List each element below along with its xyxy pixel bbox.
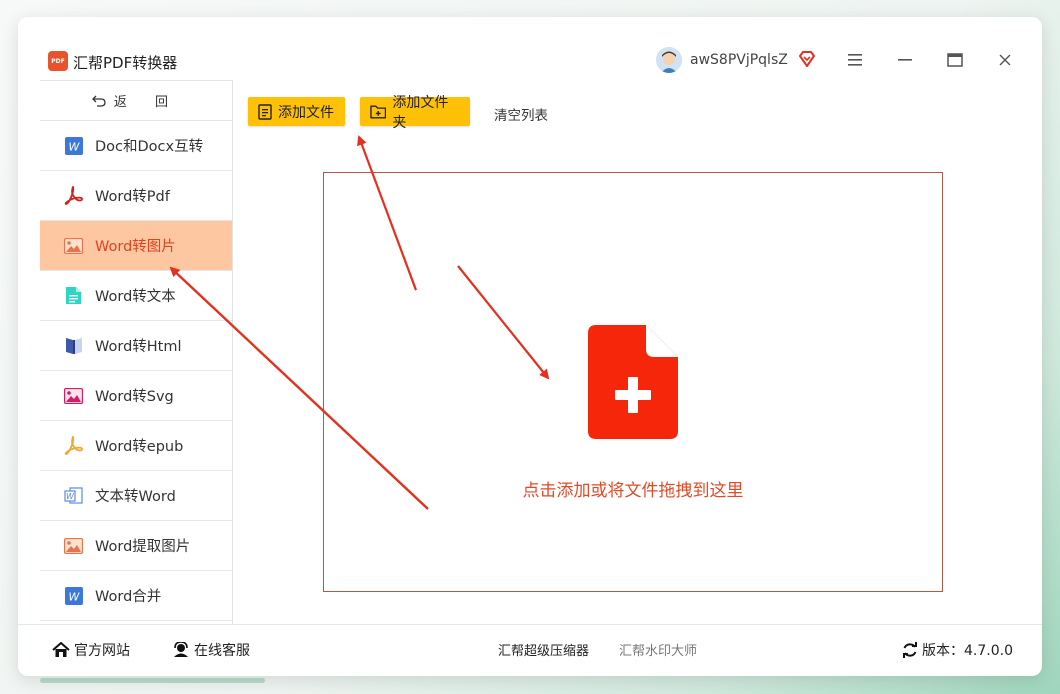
word-doc-icon: W <box>64 136 83 155</box>
add-folder-button[interactable]: 添加文件夹 <box>360 95 470 131</box>
sidebar-item-word-svg[interactable]: Word转Svg <box>40 371 232 421</box>
vip-diamond-icon[interactable] <box>798 50 816 68</box>
back-button[interactable]: 返 回 <box>40 81 232 121</box>
sidebar-item-label: Word合并 <box>95 589 162 605</box>
svg-text:W: W <box>68 590 80 603</box>
customer-service-icon <box>174 642 188 657</box>
svg-text:W: W <box>66 492 75 501</box>
file-drop-zone[interactable]: 点击添加或将文件拖拽到这里 <box>323 172 943 592</box>
sidebar-item-label: Word转epub <box>95 439 184 455</box>
official-website-link[interactable]: 官方网站 <box>52 640 130 660</box>
close-icon[interactable] <box>995 50 1015 70</box>
sidebar-item-label: Word转文本 <box>95 289 176 305</box>
sidebar-item-word-html[interactable]: Word转Html <box>40 321 232 371</box>
app-title: 汇帮PDF转换器 <box>73 54 178 72</box>
version-label: 版本：4.7.0.0 <box>922 643 1013 659</box>
add-file-label: 添加文件 <box>278 104 334 121</box>
sidebar-item-label: Word转Pdf <box>95 189 170 205</box>
taskbar-strip <box>40 678 265 683</box>
app-window: PDF 汇帮PDF转换器 awS8PVjPqlsZ 返 回 W Doc和Docx… <box>18 17 1042 676</box>
sidebar-item-doc-docx[interactable]: W Doc和Docx互转 <box>40 121 232 171</box>
add-file-icon <box>258 103 272 120</box>
extract-image-icon <box>64 536 83 555</box>
sidebar-item-label: Word转图片 <box>95 239 176 255</box>
avatar[interactable] <box>656 47 682 73</box>
word-merge-icon: W <box>64 586 83 605</box>
drop-hint-text: 点击添加或将文件拖拽到这里 <box>522 481 744 501</box>
sidebar-item-label: Word提取图片 <box>95 539 191 555</box>
watermark-link[interactable]: 汇帮水印大师 <box>619 640 697 659</box>
pdf-icon <box>64 186 83 205</box>
sidebar-item-label: Word转Html <box>95 339 182 355</box>
username[interactable]: awS8PVjPqlsZ <box>690 52 788 68</box>
home-icon <box>52 642 70 657</box>
compressor-link[interactable]: 汇帮超级压缩器 <box>498 640 589 659</box>
status-bar: 官方网站 在线客服 汇帮超级压缩器 汇帮水印大师 版本：4.7.0.0 <box>18 624 1042 676</box>
sidebar-item-label: 文本转Word <box>95 489 176 505</box>
html-book-icon <box>64 336 83 355</box>
add-folder-icon <box>370 105 387 119</box>
refresh-icon <box>903 642 917 658</box>
add-file-button[interactable]: 添加文件 <box>248 97 345 126</box>
sidebar-item-label: Word转Svg <box>95 389 174 405</box>
title-bar: PDF 汇帮PDF转换器 awS8PVjPqlsZ <box>18 17 1042 80</box>
back-arrow-icon <box>92 95 106 107</box>
sidebar-item-word-merge[interactable]: W Word合并 <box>40 571 232 621</box>
sidebar-item-word-pdf[interactable]: Word转Pdf <box>40 171 232 221</box>
website-label: 官方网站 <box>74 643 130 659</box>
version-info[interactable]: 版本：4.7.0.0 <box>902 640 1013 660</box>
sidebar-item-word-epub[interactable]: Word转epub <box>40 421 232 471</box>
svg-text:W: W <box>68 140 80 153</box>
epub-icon <box>64 436 83 455</box>
clear-list-button[interactable]: 清空列表 <box>494 104 548 124</box>
image-icon <box>64 236 83 255</box>
sidebar-item-label: Doc和Docx互转 <box>95 139 204 155</box>
minimize-icon[interactable] <box>895 50 915 70</box>
sidebar: 返 回 W Doc和Docx互转 Word转Pdf Word转图片 Word转文… <box>40 80 233 624</box>
maximize-icon[interactable] <box>945 50 965 70</box>
menu-icon[interactable] <box>845 50 865 70</box>
text-file-icon <box>64 286 83 305</box>
sidebar-item-word-image[interactable]: Word转图片 <box>40 221 232 271</box>
service-label: 在线客服 <box>194 643 250 659</box>
app-logo-icon: PDF <box>48 51 68 71</box>
add-folder-label: 添加文件夹 <box>392 94 449 131</box>
sidebar-item-text-word[interactable]: W 文本转Word <box>40 471 232 521</box>
sidebar-item-word-text[interactable]: Word转文本 <box>40 271 232 321</box>
online-service-link[interactable]: 在线客服 <box>172 640 250 660</box>
sidebar-item-extract-image[interactable]: Word提取图片 <box>40 521 232 571</box>
svg-image-icon <box>64 386 83 405</box>
back-label: 返 回 <box>113 95 181 110</box>
add-file-large-icon[interactable] <box>588 325 678 443</box>
word-outline-icon: W <box>64 486 83 505</box>
